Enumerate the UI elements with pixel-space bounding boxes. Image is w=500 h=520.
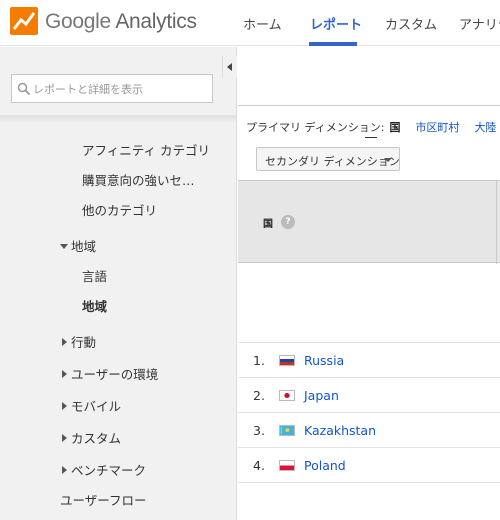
caret-right-icon <box>62 402 67 410</box>
nav-home[interactable]: ホーム <box>243 14 282 33</box>
sidebar-section-mobile[interactable]: モバイル <box>62 396 121 415</box>
column-header-country[interactable]: 国 <box>263 215 273 230</box>
nav-reports[interactable]: レポート <box>310 14 362 33</box>
sidebar-section-behavior[interactable]: 行動 <box>62 332 96 351</box>
top-bar: Google Analytics ホーム レポート カスタム アナリテ <box>0 0 500 46</box>
country-link[interactable]: Kazakhstan <box>304 423 376 438</box>
primary-dimension-city[interactable]: 市区町村 <box>415 121 459 134</box>
caret-right-icon <box>62 338 67 346</box>
nav-custom[interactable]: カスタム <box>385 14 437 33</box>
sidebar-section-technology-label: ユーザーの環境 <box>71 367 159 382</box>
primary-dimension-label: プライマリ ディメンション: <box>246 121 385 134</box>
row-number: 1. <box>253 353 265 368</box>
search-icon <box>17 82 31 96</box>
row-number: 4. <box>253 458 265 473</box>
caret-right-icon <box>62 434 67 442</box>
brand-product: Analytics <box>115 10 197 33</box>
sidebar-section-benchmark-label: ベンチマーク <box>71 463 147 478</box>
country-link[interactable]: Poland <box>304 458 346 473</box>
sidebar-collapse-button[interactable] <box>222 56 237 78</box>
primary-dimension-row: プライマリ ディメンション:国市区町村大陸亜 <box>246 119 500 135</box>
column-divider <box>496 181 497 264</box>
report-search[interactable] <box>11 74 213 103</box>
table-row: 2. Japan <box>238 378 500 413</box>
country-link[interactable]: Russia <box>304 353 344 368</box>
sidebar-item-language[interactable]: 言語 <box>82 266 107 285</box>
sidebar-item-location[interactable]: 地域 <box>82 296 107 315</box>
sidebar-item-users-flow[interactable]: ユーザーフロー <box>60 490 147 509</box>
nav-analytics-more[interactable]: アナリテ <box>459 14 500 33</box>
caret-down-icon <box>60 244 68 249</box>
active-tab-indicator <box>309 42 357 46</box>
table-row: 1. Russia <box>238 343 500 378</box>
report-main: プライマリ ディメンション:国市区町村大陸亜 セカンダリ ディメンション 国 ?… <box>238 47 500 520</box>
sidebar-section-behavior-label: 行動 <box>71 335 97 350</box>
caret-right-icon <box>62 466 67 474</box>
russia-flag-icon <box>279 355 295 366</box>
sidebar-section-custom[interactable]: カスタム <box>62 428 121 447</box>
secondary-dimension-button[interactable]: セカンダリ ディメンション <box>256 147 400 171</box>
sidebar-section-technology[interactable]: ユーザーの環境 <box>62 364 158 383</box>
sidebar-item-other-category[interactable]: 他のカテゴリ <box>82 200 157 219</box>
chevron-left-icon <box>227 63 232 71</box>
sidebar-item-in-market[interactable]: 購買意向の強いセ… <box>82 170 195 189</box>
sidebar-item-affinity[interactable]: アフィニティ カテゴリ <box>82 140 210 159</box>
search-input[interactable] <box>33 78 208 100</box>
sidebar-section-geo-label: 地域 <box>71 239 97 254</box>
sidebar-section-mobile-label: モバイル <box>71 399 122 414</box>
country-link[interactable]: Japan <box>304 388 339 403</box>
table-header: 国 ? <box>238 180 500 264</box>
primary-dimension-continent[interactable]: 大陸 <box>474 121 496 134</box>
divider <box>238 105 500 106</box>
primary-dimension-selected[interactable]: 国 <box>389 121 400 134</box>
sidebar-section-geo[interactable]: 地域 <box>60 236 96 255</box>
row-number: 3. <box>253 423 265 438</box>
brand-google: Google <box>45 10 111 33</box>
brand-title: Google Analytics <box>45 10 197 34</box>
sidebar-section-custom-label: カスタム <box>71 431 122 446</box>
secondary-dimension-label: セカンダリ ディメンション <box>265 155 400 168</box>
sidebar-scroll-shadow <box>0 115 236 123</box>
sidebar-section-benchmark[interactable]: ベンチマーク <box>62 460 146 479</box>
selected-indicator <box>365 137 377 138</box>
sidebar: アフィニティ カテゴリ 購買意向の強いセ… 他のカテゴリ 地域 言語 地域 行動… <box>0 47 237 520</box>
help-icon[interactable]: ? <box>281 215 295 229</box>
poland-flag-icon <box>279 460 295 471</box>
table-row: 3. Kazakhstan <box>238 413 500 448</box>
kazakhstan-flag-icon <box>279 425 295 436</box>
caret-right-icon <box>62 370 67 378</box>
analytics-logo-icon[interactable] <box>10 7 38 35</box>
row-number: 2. <box>253 388 265 403</box>
table-row: 4. Poland <box>238 448 500 483</box>
dropdown-arrow-icon <box>384 158 392 162</box>
japan-flag-icon <box>279 390 295 401</box>
